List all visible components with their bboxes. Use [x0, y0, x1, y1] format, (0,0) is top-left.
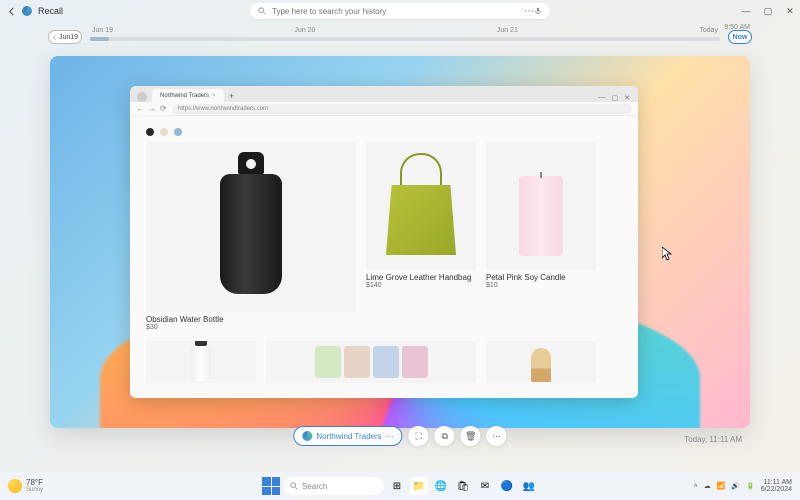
edge-app-icon[interactable]: 🌐: [432, 477, 450, 495]
weather-cond: Sunny: [26, 487, 43, 493]
explorer-icon[interactable]: 📁: [410, 477, 428, 495]
browser-refresh-icon[interactable]: ⟳: [160, 105, 168, 113]
product-image-bottle: [216, 152, 286, 302]
timeline-track[interactable]: [90, 37, 720, 41]
action-app-label: Northwind Traders: [316, 432, 381, 441]
new-tab-button[interactable]: +: [226, 90, 238, 102]
search-icon: [258, 7, 266, 15]
open-app-button[interactable]: Northwind Traders ⋯: [293, 426, 402, 446]
product-card[interactable]: [146, 341, 256, 383]
clock[interactable]: 11:11 AM 6/22/2024: [761, 479, 792, 493]
product-card[interactable]: Petal Pink Soy Candle $10: [486, 142, 596, 331]
clock-date: 6/22/2024: [761, 486, 792, 493]
taskbar-search-label: Search: [302, 482, 327, 491]
swatch-beige[interactable]: [160, 128, 168, 136]
recall-app-icon: [22, 6, 32, 16]
close-tab-icon[interactable]: ×: [212, 93, 216, 99]
app-title: Recall: [38, 6, 63, 16]
wifi-icon[interactable]: 📶: [717, 482, 726, 490]
timeline-position[interactable]: [90, 37, 109, 41]
browser-window[interactable]: Northwind Traders × + — ▢ ✕ ← → ⟳ https:…: [130, 86, 638, 398]
volume-icon[interactable]: 🔊: [731, 482, 740, 490]
product-price: $10: [486, 282, 596, 289]
product-card[interactable]: [486, 341, 596, 383]
timeline-date: Jun 19: [92, 27, 113, 34]
product-name: Lime Grove Leather Handbag: [366, 273, 476, 282]
search-icon: [290, 482, 298, 490]
color-swatches: [146, 128, 622, 136]
browser-maximize-icon[interactable]: ▢: [612, 94, 619, 102]
recall-taskbar-icon[interactable]: 🔵: [498, 477, 516, 495]
back-button[interactable]: [6, 6, 16, 16]
browser-back-icon[interactable]: ←: [136, 105, 144, 113]
browser-forward-icon[interactable]: →: [148, 105, 156, 113]
minimize-button[interactable]: —: [740, 5, 752, 17]
battery-icon[interactable]: 🔋: [746, 482, 755, 490]
now-button[interactable]: Now: [728, 30, 752, 44]
product-card[interactable]: Obsidian Water Bottle $30: [146, 142, 356, 331]
product-name: Obsidian Water Bottle: [146, 315, 356, 324]
timeline-date: Today: [699, 27, 718, 34]
timeline[interactable]: Jun19 Jun 19 Jun 20 Jun 21 Today 9:50 AM…: [0, 22, 800, 52]
taskbar[interactable]: 78°F Sunny Search ⊞ 📁 🌐 🛍 ✉ 🔵 👥 ˄ ☁ 📶 🔊 …: [0, 472, 800, 500]
sun-icon: [8, 479, 22, 493]
more-actions-button[interactable]: ⋯: [487, 426, 507, 446]
address-bar[interactable]: https://www.northwindtraders.com: [172, 104, 632, 114]
url-text: https://www.northwindtraders.com: [178, 106, 268, 112]
close-button[interactable]: ✕: [784, 5, 796, 17]
product-name: Petal Pink Soy Candle: [486, 273, 596, 282]
timeline-back-label: Jun19: [59, 34, 78, 41]
copy-button[interactable]: ⧉: [435, 426, 455, 446]
weather-temp: 78°F: [26, 479, 43, 487]
history-search[interactable]: [250, 3, 550, 19]
more-button[interactable]: ⋯: [522, 4, 536, 18]
dropdown-icon: ⋯: [386, 432, 394, 441]
timeline-date: Jun 20: [294, 27, 315, 34]
store-icon[interactable]: 🛍: [454, 477, 472, 495]
swatch-blue[interactable]: [174, 128, 182, 136]
tab-title: Northwind Traders: [160, 93, 209, 99]
search-input[interactable]: [272, 7, 528, 16]
clock-time: 11:11 AM: [763, 479, 792, 486]
edge-icon: [302, 431, 312, 441]
maximize-button[interactable]: ▢: [762, 5, 774, 17]
delete-button[interactable]: 🗑: [461, 426, 481, 446]
chevron-up-icon[interactable]: ˄: [694, 483, 698, 490]
swatch-black[interactable]: [146, 128, 154, 136]
weather-widget[interactable]: 78°F Sunny: [8, 479, 43, 493]
product-price: $30: [146, 324, 356, 331]
product-image-bag: [386, 165, 456, 255]
product-image-soaps: [315, 346, 428, 378]
browser-minimize-icon[interactable]: —: [599, 94, 606, 102]
snapshot-canvas: Northwind Traders × + — ▢ ✕ ← → ⟳ https:…: [50, 56, 750, 428]
browser-close-icon[interactable]: ✕: [624, 94, 630, 102]
profile-avatar[interactable]: [137, 92, 147, 102]
product-card[interactable]: [266, 341, 476, 383]
mail-icon[interactable]: ✉: [476, 477, 494, 495]
timeline-back-button[interactable]: Jun19: [48, 30, 82, 44]
start-button[interactable]: [262, 477, 280, 495]
product-price: $140: [366, 282, 476, 289]
teams-icon[interactable]: 👥: [520, 477, 538, 495]
product-image-brush: [531, 348, 551, 382]
timeline-date: Jun 21: [497, 27, 518, 34]
product-card[interactable]: Lime Grove Leather Handbag $140: [366, 142, 476, 331]
browser-tab[interactable]: Northwind Traders ×: [152, 89, 224, 102]
timeline-time: 9:50 AM: [724, 24, 750, 31]
taskbar-search[interactable]: Search: [284, 477, 384, 495]
product-image-pump: [191, 346, 211, 382]
crop-button[interactable]: ⛶: [409, 426, 429, 446]
product-image-candle: [519, 176, 563, 256]
onedrive-icon[interactable]: ☁: [704, 482, 711, 490]
snapshot-timestamp: Today, 11:11 AM: [684, 435, 742, 444]
task-view-icon[interactable]: ⊞: [388, 477, 406, 495]
